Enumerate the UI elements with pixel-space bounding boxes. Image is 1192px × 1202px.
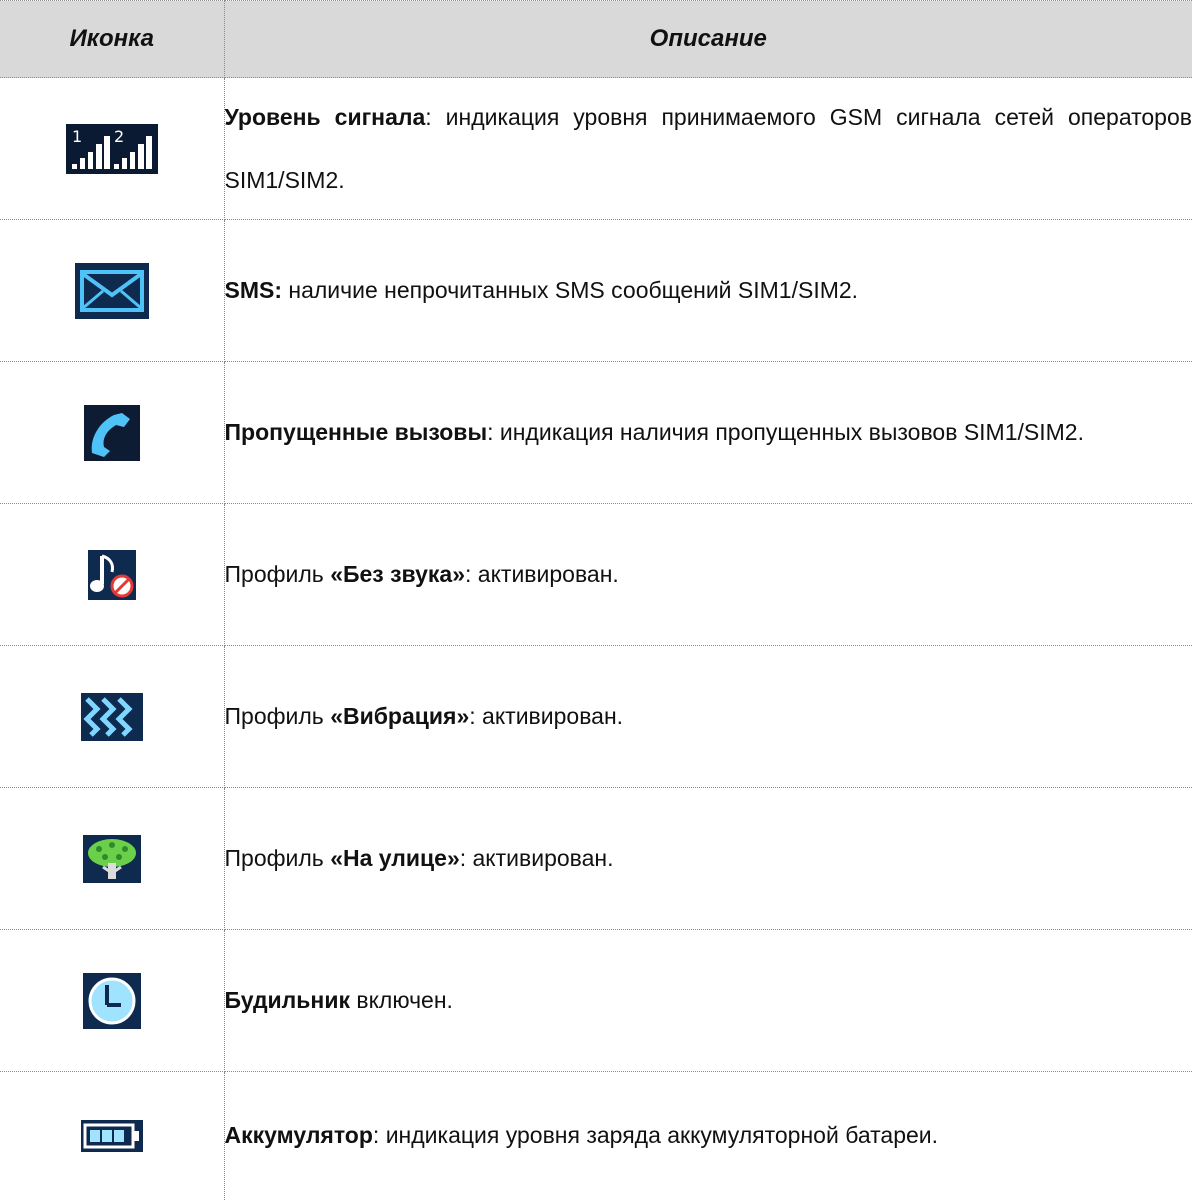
- header-description-column: Описание: [223, 0, 1192, 78]
- alarm-clock-icon: [82, 972, 141, 1029]
- row-description: Аккумулятор: индикация уровня заряда акк…: [224, 1122, 939, 1149]
- table-row: Профиль «Вибрация»: активирован.: [0, 645, 1192, 788]
- svg-text:2: 2: [114, 127, 124, 146]
- header-icon-column: Иконка: [0, 0, 225, 78]
- battery-icon: [80, 1119, 143, 1152]
- row-term: Уровень сигнала: [224, 103, 426, 130]
- row-description: Профиль «На улице»: активирован.: [224, 845, 614, 871]
- table-row: Будильник включен.: [0, 929, 1192, 1072]
- missed-call-icon: [83, 404, 140, 461]
- row-term: Будильник: [224, 987, 350, 1013]
- row-description: Будильник включен.: [224, 987, 453, 1013]
- row-term: «Вибрация»: [330, 703, 470, 729]
- table-row: Профиль «На улице»: активирован.: [0, 787, 1192, 930]
- sms-envelope-icon: [74, 262, 149, 319]
- row-description: Профиль «Вибрация»: активирован.: [224, 703, 624, 729]
- table-row: Профиль «Без звука»: активирован.: [0, 503, 1192, 646]
- row-description: Уровень сигнала: индикация уровня приним…: [224, 103, 1192, 193]
- table-header-row: Иконка Описание: [0, 0, 1192, 78]
- row-term: Аккумулятор: [224, 1122, 373, 1149]
- silent-profile-icon: [87, 549, 136, 600]
- signal-strength-icon: 1 2: [65, 123, 158, 174]
- row-description: Пропущенные вызовы: индикация наличия пр…: [224, 419, 1084, 445]
- row-description: SMS: наличие непрочитанных SMS сообщений…: [224, 277, 859, 303]
- table-row: 1 2 Уровень сигнала: индикация уровня пр…: [0, 77, 1192, 220]
- svg-text:1: 1: [72, 127, 82, 146]
- row-term: «На улице»: [330, 845, 460, 871]
- row-term: Пропущенные вызовы: [224, 419, 488, 445]
- row-description: Профиль «Без звука»: активирован.: [224, 561, 619, 587]
- row-term: SMS:: [224, 277, 283, 303]
- table-row: Аккумулятор: индикация уровня заряда акк…: [0, 1071, 1192, 1200]
- icon-description-table: Иконка Описание 1 2 Уровень сигнала: инд…: [0, 0, 1192, 1200]
- vibration-profile-icon: [80, 692, 143, 741]
- table-row: Пропущенные вызовы: индикация наличия пр…: [0, 361, 1192, 504]
- row-term: «Без звука»: [330, 561, 466, 587]
- outdoor-profile-icon: [82, 834, 141, 883]
- table-row: SMS: наличие непрочитанных SMS сообщений…: [0, 219, 1192, 362]
